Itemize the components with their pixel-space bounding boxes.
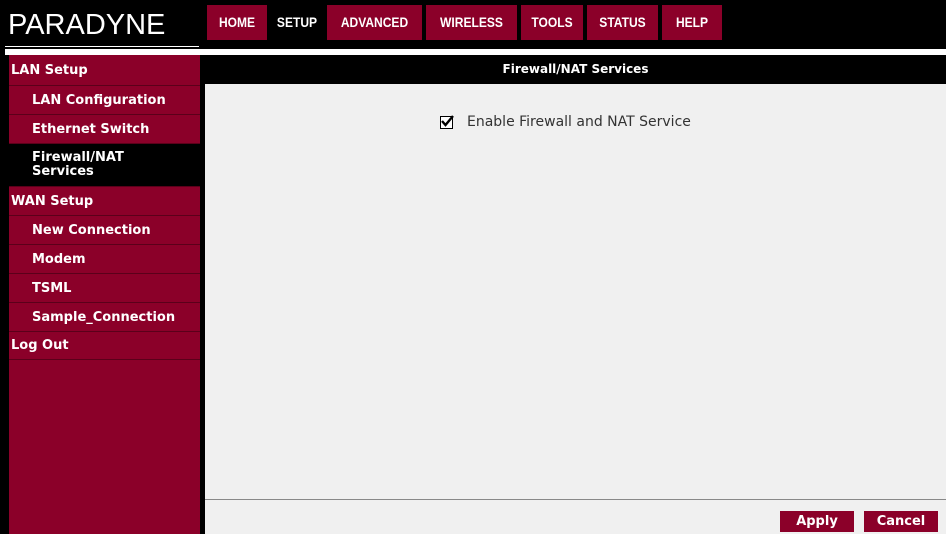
sidebar-item-sample-connection[interactable]: Sample_Connection xyxy=(9,303,200,332)
top-navigation: HOME SETUP ADVANCED WIRELESS TOOLS STATU… xyxy=(207,5,722,40)
tab-tools-label: TOOLS xyxy=(531,14,573,30)
tab-help-label: HELP xyxy=(675,14,709,30)
sidebar-item-label: Log Out xyxy=(11,338,69,353)
tab-wireless[interactable]: WIRELESS xyxy=(426,5,517,40)
tab-home[interactable]: HOME xyxy=(207,5,267,40)
sidebar-item-tsml[interactable]: TSML xyxy=(9,274,200,303)
enable-firewall-nat-label: Enable Firewall and NAT Service xyxy=(467,114,691,130)
sidebar-item-label: Ethernet Switch xyxy=(32,121,150,137)
sidebar-item-label: Firewall/NAT Services xyxy=(32,150,124,179)
sidebar-item-label: TSML xyxy=(32,280,72,296)
sidebar-item-lan-setup[interactable]: LAN Setup xyxy=(9,55,200,86)
tab-status[interactable]: STATUS xyxy=(587,5,658,40)
tab-status-label: STATUS xyxy=(599,14,646,30)
sidebar-item-label: LAN Configuration xyxy=(32,92,166,108)
tab-advanced-label: ADVANCED xyxy=(340,14,409,30)
sidebar-item-lan-configuration[interactable]: LAN Configuration xyxy=(9,86,200,115)
sidebar-item-wan-setup[interactable]: WAN Setup xyxy=(9,187,200,216)
apply-button[interactable]: Apply xyxy=(780,511,854,532)
tab-tools[interactable]: TOOLS xyxy=(521,5,583,40)
section-title: Firewall/NAT Services xyxy=(205,55,946,84)
tab-advanced[interactable]: ADVANCED xyxy=(327,5,422,40)
enable-firewall-nat-checkbox[interactable] xyxy=(440,114,454,129)
sidebar-item-log-out[interactable]: Log Out xyxy=(9,332,200,360)
footer-divider xyxy=(205,499,946,500)
tab-setup-label: SETUP xyxy=(276,14,318,30)
tab-home-label: HOME xyxy=(218,14,256,30)
tab-setup[interactable]: SETUP xyxy=(267,5,327,40)
sidebar-item-label: WAN Setup xyxy=(11,193,94,209)
checkmark-icon xyxy=(441,114,454,127)
sidebar-item-label: LAN Setup xyxy=(11,62,88,78)
paradyne-logo: PARADYNE xyxy=(5,5,198,45)
enable-firewall-nat-option: Enable Firewall and NAT Service xyxy=(440,114,691,130)
sidebar-item-modem[interactable]: Modem xyxy=(9,245,200,274)
main-content: Firewall/NAT Services Enable Firewall an… xyxy=(205,55,946,534)
tab-help[interactable]: HELP xyxy=(662,5,722,40)
sidebar: LAN Setup LAN Configuration Ethernet Swi… xyxy=(9,55,200,534)
sidebar-item-firewall-nat-services[interactable]: Firewall/NAT Services xyxy=(9,144,200,187)
tab-wireless-label: WIRELESS xyxy=(440,14,503,30)
sidebar-item-new-connection[interactable]: New Connection xyxy=(9,216,200,245)
sidebar-item-label: New Connection xyxy=(32,222,151,238)
cancel-button[interactable]: Cancel xyxy=(864,511,938,532)
sidebar-item-label: Modem xyxy=(32,251,86,267)
sidebar-item-label: Sample_Connection xyxy=(32,309,176,325)
logo-underline xyxy=(5,46,199,47)
sidebar-item-ethernet-switch[interactable]: Ethernet Switch xyxy=(9,115,200,144)
